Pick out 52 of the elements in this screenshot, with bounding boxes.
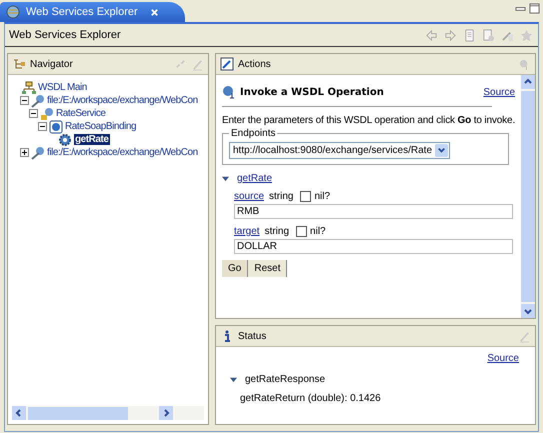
tree-item[interactable]: getRate bbox=[74, 134, 110, 145]
parameter-link[interactable]: target bbox=[234, 226, 260, 237]
nil-checkbox[interactable] bbox=[296, 226, 308, 237]
expand-toggle[interactable] bbox=[20, 148, 29, 157]
response-label: getRateResponse bbox=[245, 374, 326, 385]
parameter-link[interactable]: source bbox=[234, 191, 264, 202]
reset-button[interactable]: Reset bbox=[248, 260, 288, 277]
panel-title: Navigator bbox=[30, 58, 73, 70]
panel-title: Actions bbox=[238, 58, 271, 70]
gear-icon bbox=[58, 132, 72, 146]
source-link[interactable]: Source bbox=[483, 86, 516, 98]
network-icon bbox=[22, 80, 36, 94]
group-label: Endpoints bbox=[230, 128, 276, 139]
explorer-title: Web Services Explorer bbox=[9, 29, 121, 41]
source-link[interactable]: Source bbox=[487, 353, 519, 364]
view-tab[interactable]: Web Services Explorer bbox=[0, 2, 185, 22]
checkbox-label: nil? bbox=[314, 191, 330, 202]
instruction-text: Enter the parameters of this WSDL operation and click Go to invoke. bbox=[222, 115, 516, 126]
tree-item[interactable]: RateSoapBinding bbox=[65, 121, 136, 132]
go-button[interactable]: Go bbox=[222, 260, 248, 277]
expanded-arrow-icon[interactable] bbox=[222, 175, 229, 182]
operation-heading: Invoke a WSDL Operation bbox=[240, 86, 384, 98]
horizontal-scrollbar[interactable] bbox=[12, 406, 204, 420]
expand-toggle[interactable] bbox=[38, 122, 47, 131]
actions-icon bbox=[220, 57, 234, 71]
scroll-left-icon[interactable] bbox=[12, 406, 26, 420]
result-text: getRateReturn (double): 0.1426 bbox=[240, 393, 382, 404]
binding-icon bbox=[49, 120, 63, 134]
tree-item[interactable]: WSDL Main bbox=[38, 82, 87, 93]
tree-item[interactable]: file:/E:/workspace/exchange/WebCon bbox=[47, 95, 198, 106]
star-icon[interactable] bbox=[520, 28, 533, 42]
vertical-scrollbar[interactable] bbox=[521, 75, 536, 318]
text-field[interactable]: DOLLAR bbox=[234, 239, 514, 254]
scroll-down-icon[interactable] bbox=[521, 304, 536, 318]
expanded-arrow-icon[interactable] bbox=[230, 376, 237, 383]
expand-toggle[interactable] bbox=[29, 109, 38, 118]
operation-link[interactable]: getRate bbox=[237, 173, 272, 184]
globe-box-icon bbox=[40, 106, 54, 120]
navigator-icon bbox=[12, 57, 26, 71]
tree-item[interactable]: file:/E:/workspace/exchange/WebCon bbox=[47, 147, 198, 158]
scroll-up-icon[interactable] bbox=[521, 75, 536, 89]
maximize-icon[interactable] bbox=[529, 3, 540, 14]
type-label: string bbox=[264, 226, 290, 237]
checkbox-label: nil? bbox=[310, 226, 326, 237]
tree-item[interactable]: RateService bbox=[56, 108, 106, 119]
nil-checkbox[interactable] bbox=[300, 191, 312, 202]
expand-toggle[interactable] bbox=[20, 96, 29, 105]
text-field[interactable]: RMB bbox=[234, 204, 514, 219]
type-label: string bbox=[269, 191, 294, 202]
panel-title: Status bbox=[238, 330, 266, 342]
endpoint-dropdown[interactable]: http://localhost:9080/exchange/services/Rate bbox=[229, 142, 450, 159]
close-icon[interactable] bbox=[150, 8, 159, 16]
